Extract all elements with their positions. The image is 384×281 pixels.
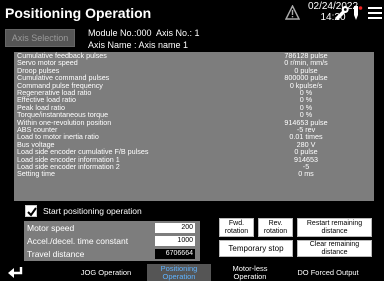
module-axis-number: Module No.:000 Axis No.: 1	[88, 28, 200, 38]
clear-remaining-distance-button[interactable]: Clear remaining distance	[297, 240, 372, 257]
monitor-row: Effective load ratio 0 %	[14, 96, 374, 104]
probe-icon[interactable]	[351, 5, 363, 21]
tab-jog-operation[interactable]: JOG Operation	[73, 264, 139, 281]
accel-time-row: Accel./decel. time constant 1000	[24, 235, 200, 247]
monitor-row: Within one-revolution position 914653 pul…	[14, 118, 374, 126]
monitor-row: Load side encoder information 2 -5	[14, 163, 374, 171]
start-positioning-checkbox[interactable]	[25, 205, 37, 217]
rev-rotation-button[interactable]: Rev. rotation	[258, 218, 293, 237]
positioning-operation-screen: Positioning Operation 02/24/2022 14:20 A…	[0, 0, 384, 281]
accel-time-input[interactable]: 1000	[155, 236, 195, 246]
header-bar: Positioning Operation 02/24/2022 14:20	[0, 0, 384, 26]
monitor-label: Setting time	[17, 169, 55, 179]
accel-time-label: Accel./decel. time constant	[27, 236, 129, 246]
fwd-rotation-button[interactable]: Fwd. rotation	[219, 218, 254, 237]
checkmark-icon	[27, 207, 37, 217]
axis-name: Axis Name : Axis name 1	[88, 40, 189, 50]
parameter-panel: Motor speed 200 Accel./decel. time const…	[24, 221, 200, 261]
tab-positioning-operation[interactable]: Positioning Operation	[147, 264, 211, 281]
monitor-row: Load to motor inertia ratio 0.01 times	[14, 133, 374, 141]
travel-distance-label: Travel distance	[27, 249, 85, 259]
travel-distance-row: Travel distance 6706664	[24, 248, 200, 260]
bottom-nav: JOG Operation Positioning Operation Moto…	[0, 264, 384, 281]
restart-remaining-distance-button[interactable]: Restart remaining distance	[297, 218, 372, 237]
page-title: Positioning Operation	[5, 5, 152, 21]
monitor-row: Setting time 0 ms	[14, 169, 374, 179]
tab-motorless-operation[interactable]: Motor-less Operation	[219, 264, 281, 281]
monitor-row: Servo motor speed 0 r/min, mm/s	[14, 59, 374, 67]
warning-icon[interactable]	[285, 5, 300, 20]
back-arrow-icon[interactable]	[8, 266, 24, 279]
menu-icon[interactable]	[368, 7, 382, 19]
wrench-icon[interactable]	[333, 6, 349, 20]
axis-selection-button[interactable]: Axis Selection	[5, 29, 75, 47]
monitor-table: Cumulative feedback pulses 786128 pulse S…	[14, 52, 374, 201]
travel-distance-input[interactable]: 6706664	[155, 249, 195, 259]
motor-speed-row: Motor speed 200	[24, 222, 200, 234]
start-positioning-label: Start positioning operation	[43, 206, 142, 216]
motor-speed-input[interactable]: 200	[155, 223, 195, 233]
temporary-stop-button[interactable]: Temporary stop	[219, 240, 293, 257]
motor-speed-label: Motor speed	[27, 223, 75, 233]
tab-do-forced-output[interactable]: DO Forced Output	[293, 264, 363, 281]
monitor-value: 0 ms	[298, 169, 314, 179]
